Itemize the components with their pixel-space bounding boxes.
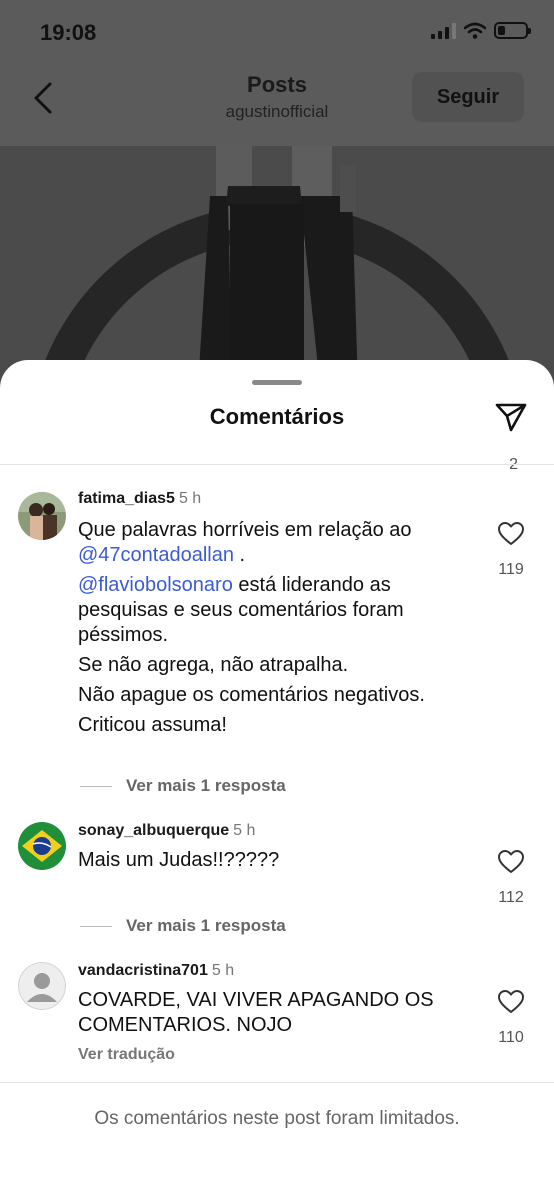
comment-text: Que palavras horríveis em relação ao @47… [78, 518, 458, 743]
follow-button[interactable]: Seguir [412, 72, 524, 122]
comment-line: Que palavras horríveis em relação ao [78, 519, 412, 541]
comments-sheet: Comentários 2 fatima_dias55 h Que palavr… [0, 360, 554, 1200]
avatar[interactable] [18, 492, 66, 540]
mention-link[interactable]: @47contadoallan [78, 544, 234, 566]
top-nav: Posts agustinofficial Seguir [0, 62, 554, 146]
like-control[interactable]: 119 [496, 522, 526, 579]
see-translation-link[interactable]: Ver tradução [78, 1046, 175, 1064]
avatar[interactable] [18, 822, 66, 870]
comment-text: Mais um Judas!!????? [78, 849, 280, 871]
comment-line: Criticou assuma! [78, 714, 227, 736]
comment-text: COVARDE, VAI VIVER APAGANDO OS COMENTARI… [78, 989, 434, 1036]
post-image [0, 146, 554, 386]
comment-line: Se não agrega, não atrapalha. [78, 654, 349, 676]
view-replies-button[interactable]: Ver mais 1 resposta [80, 776, 286, 796]
cellular-signal-icon [431, 22, 456, 39]
replies-line [80, 925, 112, 927]
like-control[interactable]: 110 [496, 990, 526, 1047]
footer-divider [0, 1082, 554, 1083]
comment-time: 5 h [211, 962, 235, 979]
partial-like-count: 2 [509, 456, 518, 474]
status-bar: 19:08 [0, 0, 554, 62]
mention-link[interactable]: @flaviobolsonaro [78, 574, 233, 596]
wifi-icon [464, 22, 486, 39]
comment-username[interactable]: sonay_albuquerque [78, 822, 229, 839]
comment-meta: vandacristina701 5 h [78, 962, 234, 980]
heart-icon[interactable] [498, 990, 524, 1014]
status-icons [431, 22, 531, 39]
comment-meta: sonay_albuquerque 5 h [78, 822, 255, 840]
view-replies-button[interactable]: Ver mais 1 resposta [80, 916, 286, 936]
share-send-icon[interactable] [494, 400, 528, 434]
comment-time: 5 h [233, 822, 256, 839]
replies-line [80, 785, 112, 787]
view-replies-label: Ver mais 1 resposta [126, 916, 286, 935]
avatar[interactable] [18, 962, 66, 1010]
post-photo-illustration [0, 146, 554, 386]
like-count: 119 [498, 561, 524, 578]
like-control[interactable]: 112 [496, 850, 526, 907]
like-count: 110 [498, 1029, 524, 1046]
battery-icon [494, 22, 531, 39]
comments-limited-notice: Os comentários neste post foram limitado… [94, 1108, 460, 1129]
comment-username[interactable]: fatima_dias5 [78, 490, 175, 507]
comment-time: 5 h [178, 490, 202, 507]
heart-icon[interactable] [498, 522, 524, 546]
comment-username[interactable]: vandacristina701 [78, 962, 208, 979]
comment-meta: fatima_dias5 5 h [78, 490, 201, 508]
status-time: 19:08 [40, 20, 97, 45]
comment-line: . [233, 544, 246, 566]
heart-icon[interactable] [498, 850, 524, 874]
comment-line: Não apague os comentários negativos. [78, 684, 425, 706]
drag-handle[interactable] [252, 380, 302, 385]
view-replies-label: Ver mais 1 resposta [126, 776, 286, 795]
header-divider [0, 464, 554, 465]
sheet-title: Comentários [209, 404, 345, 429]
like-count: 112 [498, 889, 524, 906]
